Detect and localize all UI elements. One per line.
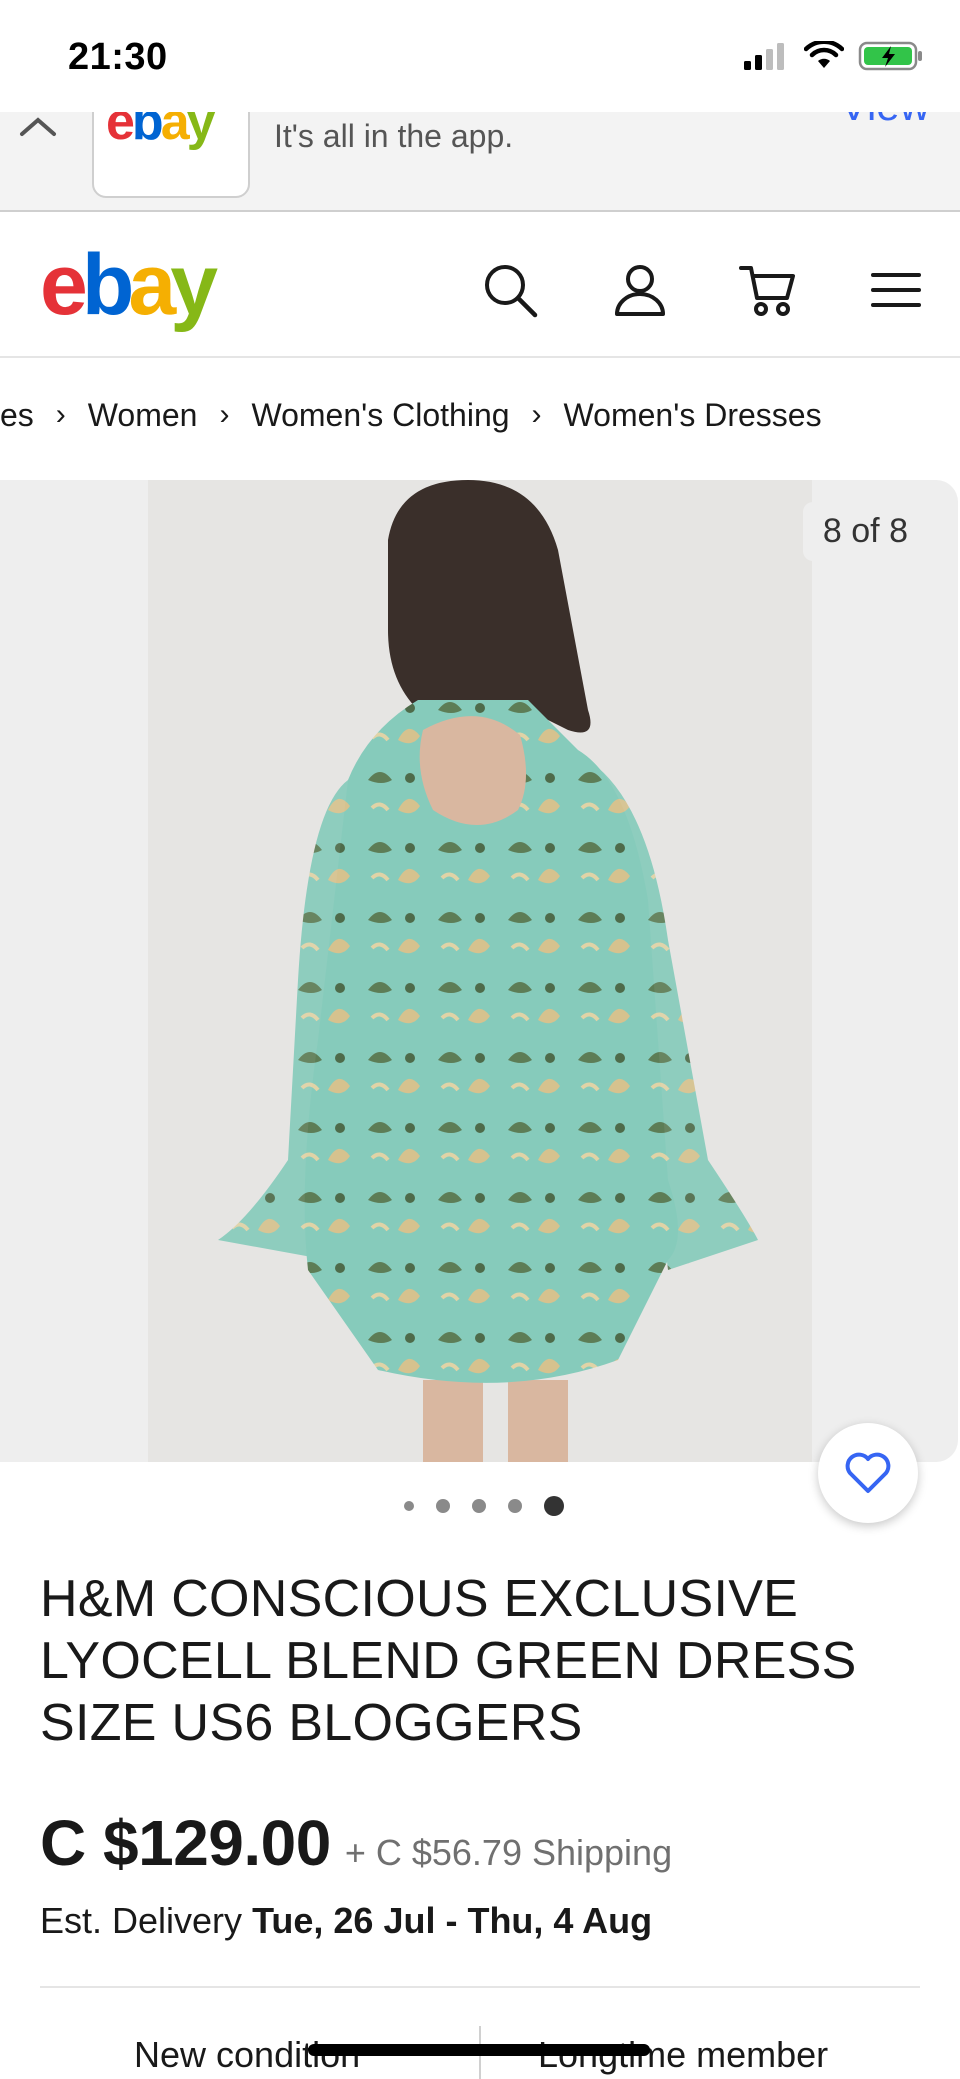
- banner-app-logo: ebay: [92, 112, 250, 198]
- cart-icon[interactable]: [736, 258, 800, 322]
- banner-logo-text: ebay: [106, 112, 216, 151]
- home-indicator[interactable]: [308, 2044, 650, 2056]
- chevron-right-icon: ›: [219, 398, 230, 431]
- user-icon[interactable]: [608, 258, 672, 322]
- ebay-logo[interactable]: ebay: [40, 242, 218, 328]
- carousel-dot[interactable]: [404, 1501, 414, 1511]
- breadcrumb-item-womens-clothing[interactable]: Women's Clothing: [251, 397, 509, 434]
- banner-view-link[interactable]: View: [840, 112, 930, 130]
- shipping-cost: + C $56.79 Shipping: [344, 1832, 673, 1873]
- image-gallery[interactable]: 8 of 8: [0, 480, 958, 1462]
- divider: [40, 1986, 920, 1988]
- estimated-delivery: Est. Delivery Tue, 26 Jul - Thu, 4 Aug: [40, 1900, 652, 1942]
- carousel-dots: [0, 1496, 960, 1516]
- carousel-dot-active[interactable]: [544, 1496, 564, 1516]
- search-icon[interactable]: [478, 258, 542, 322]
- listing-title: H&M CONSCIOUS EXCLUSIVE LYOCELL BLEND GR…: [40, 1570, 857, 1752]
- breadcrumb-item-womens-dresses[interactable]: Women's Dresses: [564, 397, 822, 434]
- status-time: 21:30: [68, 36, 168, 78]
- battery-icon: [858, 41, 922, 71]
- product-photo[interactable]: [148, 480, 812, 1462]
- chevron-right-icon: ›: [531, 398, 542, 431]
- app-download-banner[interactable]: ebay It's all in the app. View: [0, 112, 960, 212]
- wifi-icon: [804, 41, 844, 68]
- breadcrumb: es › Women › Women's Clothing › Women's …: [0, 360, 960, 470]
- carousel-dot[interactable]: [508, 1499, 522, 1513]
- banner-text: It's all in the app.: [274, 118, 514, 154]
- chevron-up-icon[interactable]: [18, 112, 58, 142]
- delivery-label: Est. Delivery: [40, 1900, 243, 1941]
- site-header: ebay: [0, 214, 960, 358]
- signal-icon: [744, 43, 784, 70]
- chevron-right-icon: ›: [55, 398, 66, 431]
- menu-icon[interactable]: [864, 258, 928, 322]
- carousel-dot[interactable]: [472, 1499, 486, 1513]
- breadcrumb-item-women[interactable]: Women: [88, 397, 198, 434]
- item-price: C $129.00: [40, 1807, 331, 1879]
- image-counter: 8 of 8: [802, 502, 928, 561]
- carousel-dot[interactable]: [436, 1499, 450, 1513]
- heart-icon: [845, 1452, 891, 1493]
- status-icons: [742, 40, 924, 72]
- delivery-dates: Tue, 26 Jul - Thu, 4 Aug: [252, 1900, 653, 1941]
- price-row: C $129.00 + C $56.79 Shipping: [40, 1806, 672, 1880]
- breadcrumb-item[interactable]: es: [0, 397, 34, 434]
- status-bar: 21:30: [0, 0, 960, 112]
